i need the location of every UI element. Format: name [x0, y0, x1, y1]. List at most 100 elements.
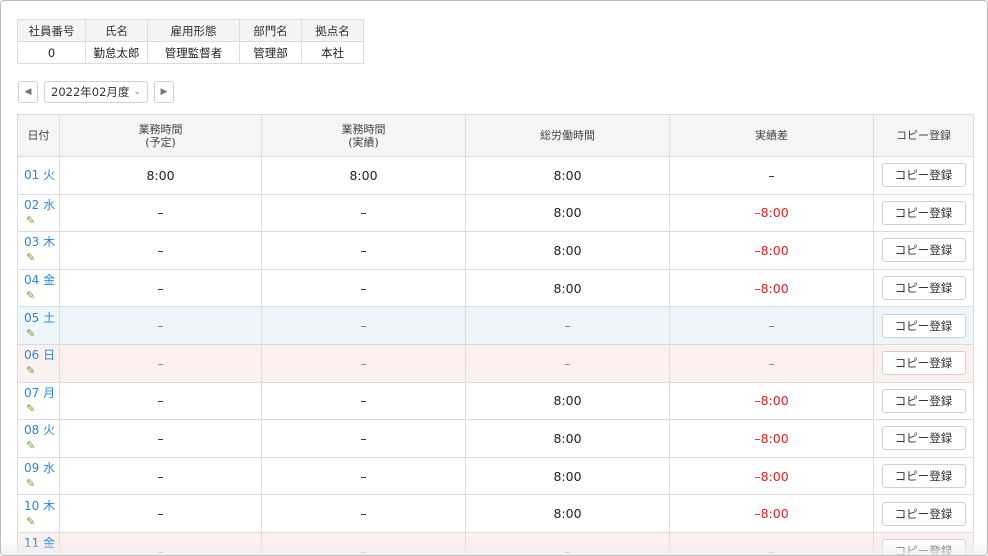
difference-cell: –8:00	[669, 193, 874, 233]
copy-register-button[interactable]: コピー登録	[881, 464, 966, 489]
pencil-icon[interactable]: ✎	[26, 326, 59, 341]
total-hours-cell: 8:00	[465, 419, 670, 458]
pencil-icon[interactable]: ✎	[26, 438, 59, 453]
actual-hours-column-header: 業務時間 (実績)	[261, 114, 466, 157]
date-link[interactable]: 08 火	[24, 423, 55, 437]
total-hours-cell: 8:00	[465, 193, 670, 233]
date-link[interactable]: 06 日	[24, 348, 55, 362]
planned-hours-cell: –	[59, 343, 262, 383]
copy-register-cell: コピー登録	[873, 306, 974, 345]
pencil-icon[interactable]: ✎	[26, 476, 59, 491]
pencil-icon[interactable]: ✎	[26, 250, 59, 265]
table-row: 09 水 ✎ – –8:00 –8:00 コピー登録	[17, 456, 974, 496]
date-cell: 05 土 ✎	[17, 306, 60, 345]
table-row: 01 火 8:00 8:00 8:00– コピー登録	[17, 156, 974, 195]
difference-cell: –8:00	[669, 419, 874, 458]
planned-hours-cell: 8:00	[59, 156, 262, 195]
planned-hours-cell: –	[59, 381, 262, 421]
table-row: 07 月 ✎ – –8:00 –8:00 コピー登録	[17, 381, 974, 421]
table-row: 02 水 ✎ – –8:00 –8:00 コピー登録	[17, 193, 974, 233]
pencil-icon[interactable]: ✎	[26, 514, 59, 529]
pencil-icon[interactable]: ✎	[26, 401, 59, 416]
month-navigation: ◀ 2022年02月度 ⌄ ▶	[18, 80, 174, 104]
copy-register-cell: コピー登録	[873, 343, 974, 383]
month-select[interactable]: 2022年02月度 ⌄	[44, 81, 148, 103]
pencil-icon[interactable]: ✎	[26, 288, 59, 303]
copy-register-cell: コピー登録	[873, 494, 974, 533]
date-cell: 03 木 ✎	[17, 231, 60, 270]
date-cell: 10 木 ✎	[17, 494, 60, 533]
copy-register-button[interactable]: コピー登録	[881, 426, 966, 451]
copy-register-button[interactable]: コピー登録	[881, 200, 966, 225]
copy-register-button[interactable]: コピー登録	[881, 501, 966, 526]
copy-register-button[interactable]: コピー登録	[881, 238, 966, 263]
next-month-button[interactable]: ▶	[153, 81, 174, 103]
location-header: 拠点名	[301, 19, 364, 42]
employee-info-value-row: 0 勤怠太郎 管理監督者 管理部 本社	[17, 41, 364, 64]
copy-register-cell: コピー登録	[873, 231, 974, 270]
table-row: 05 土 ✎ – – – – コピー登録	[17, 306, 974, 345]
employee-id-header: 社員番号	[17, 19, 86, 42]
date-cell: 09 水 ✎	[17, 456, 60, 496]
date-link[interactable]: 01 火	[24, 168, 55, 182]
attendance-table-body: 01 火 8:00 8:00 8:00– コピー登録 02 水 ✎ – –8:00 –8:00 コピ…	[17, 156, 974, 555]
date-link[interactable]: 09 水	[24, 461, 55, 475]
copy-register-button[interactable]: コピー登録	[881, 351, 966, 376]
total-hours-cell: 8:00	[465, 494, 670, 533]
attendance-panel: 社員番号 氏名 雇用形態 部門名 拠点名 0 勤怠太郎 管理監督者 管理部 本社…	[0, 0, 988, 556]
total-hours-cell: 8:00	[465, 231, 670, 270]
actual-hours-cell: –	[261, 494, 466, 533]
prev-month-button[interactable]: ◀	[18, 81, 38, 103]
difference-cell: –8:00	[669, 494, 874, 533]
date-cell: 01 火	[17, 156, 60, 195]
date-link[interactable]: 04 金	[24, 273, 55, 287]
planned-hours-column-header: 業務時間 (予定)	[59, 114, 262, 157]
table-row: 06 日 ✎ – – – – コピー登録	[17, 343, 974, 383]
date-cell: 08 火 ✎	[17, 419, 60, 458]
employment-type-header: 雇用形態	[147, 19, 240, 42]
copy-register-cell: コピー登録	[873, 381, 974, 421]
planned-hours-cell: –	[59, 231, 262, 270]
pencil-icon[interactable]: ✎	[26, 213, 59, 228]
planned-hours-cell: –	[59, 268, 262, 308]
department-value: 管理部	[239, 41, 302, 64]
employee-info-header-row: 社員番号 氏名 雇用形態 部門名 拠点名	[17, 19, 364, 42]
month-select-value: 2022年02月度	[51, 85, 130, 99]
copy-register-button[interactable]: コピー登録	[881, 163, 966, 188]
planned-hours-cell: –	[59, 494, 262, 533]
employment-type-value: 管理監督者	[147, 41, 240, 64]
copy-register-cell: コピー登録	[873, 268, 974, 308]
attendance-table: 日付 業務時間 (予定) 業務時間 (実績) 総労働時間 実績差 コピー登録 0…	[17, 114, 974, 555]
date-link[interactable]: 10 木	[24, 499, 55, 513]
difference-column-header: 実績差	[669, 114, 874, 157]
copy-register-button[interactable]: コピー登録	[881, 276, 966, 301]
copy-register-button[interactable]: コピー登録	[881, 388, 966, 413]
difference-cell: –8:00	[669, 381, 874, 421]
employee-id-value: 0	[17, 41, 86, 64]
difference-cell: –	[669, 156, 874, 195]
employee-name-value: 勤怠太郎	[85, 41, 148, 64]
caret-right-icon: ▶	[160, 87, 168, 97]
planned-hours-cell: –	[59, 193, 262, 233]
date-link[interactable]: 03 木	[24, 235, 55, 249]
date-cell: 02 水 ✎	[17, 193, 60, 233]
date-link[interactable]: 07 月	[24, 386, 55, 400]
planned-hours-header-line1: 業務時間	[138, 122, 183, 136]
planned-hours-cell: –	[59, 419, 262, 458]
chevron-down-icon: ⌄	[133, 87, 141, 97]
total-hours-column-header: 総労働時間	[465, 114, 670, 157]
attendance-table-header: 日付 業務時間 (予定) 業務時間 (実績) 総労働時間 実績差 コピー登録	[17, 114, 974, 157]
planned-hours-cell: –	[59, 456, 262, 496]
caret-left-icon: ◀	[24, 87, 32, 97]
date-cell: 04 金 ✎	[17, 268, 60, 308]
date-link[interactable]: 02 水	[24, 198, 55, 212]
table-row: 03 木 ✎ – –8:00 –8:00 コピー登録	[17, 231, 974, 270]
date-link[interactable]: 05 土	[24, 311, 55, 325]
copy-register-button[interactable]: コピー登録	[881, 313, 966, 338]
actual-hours-cell: –	[261, 419, 466, 458]
location-value: 本社	[301, 41, 364, 64]
total-hours-cell: 8:00	[465, 156, 670, 195]
copy-register-cell: コピー登録	[873, 156, 974, 195]
table-row: 08 火 ✎ – –8:00 –8:00 コピー登録	[17, 419, 974, 458]
pencil-icon[interactable]: ✎	[26, 363, 59, 378]
